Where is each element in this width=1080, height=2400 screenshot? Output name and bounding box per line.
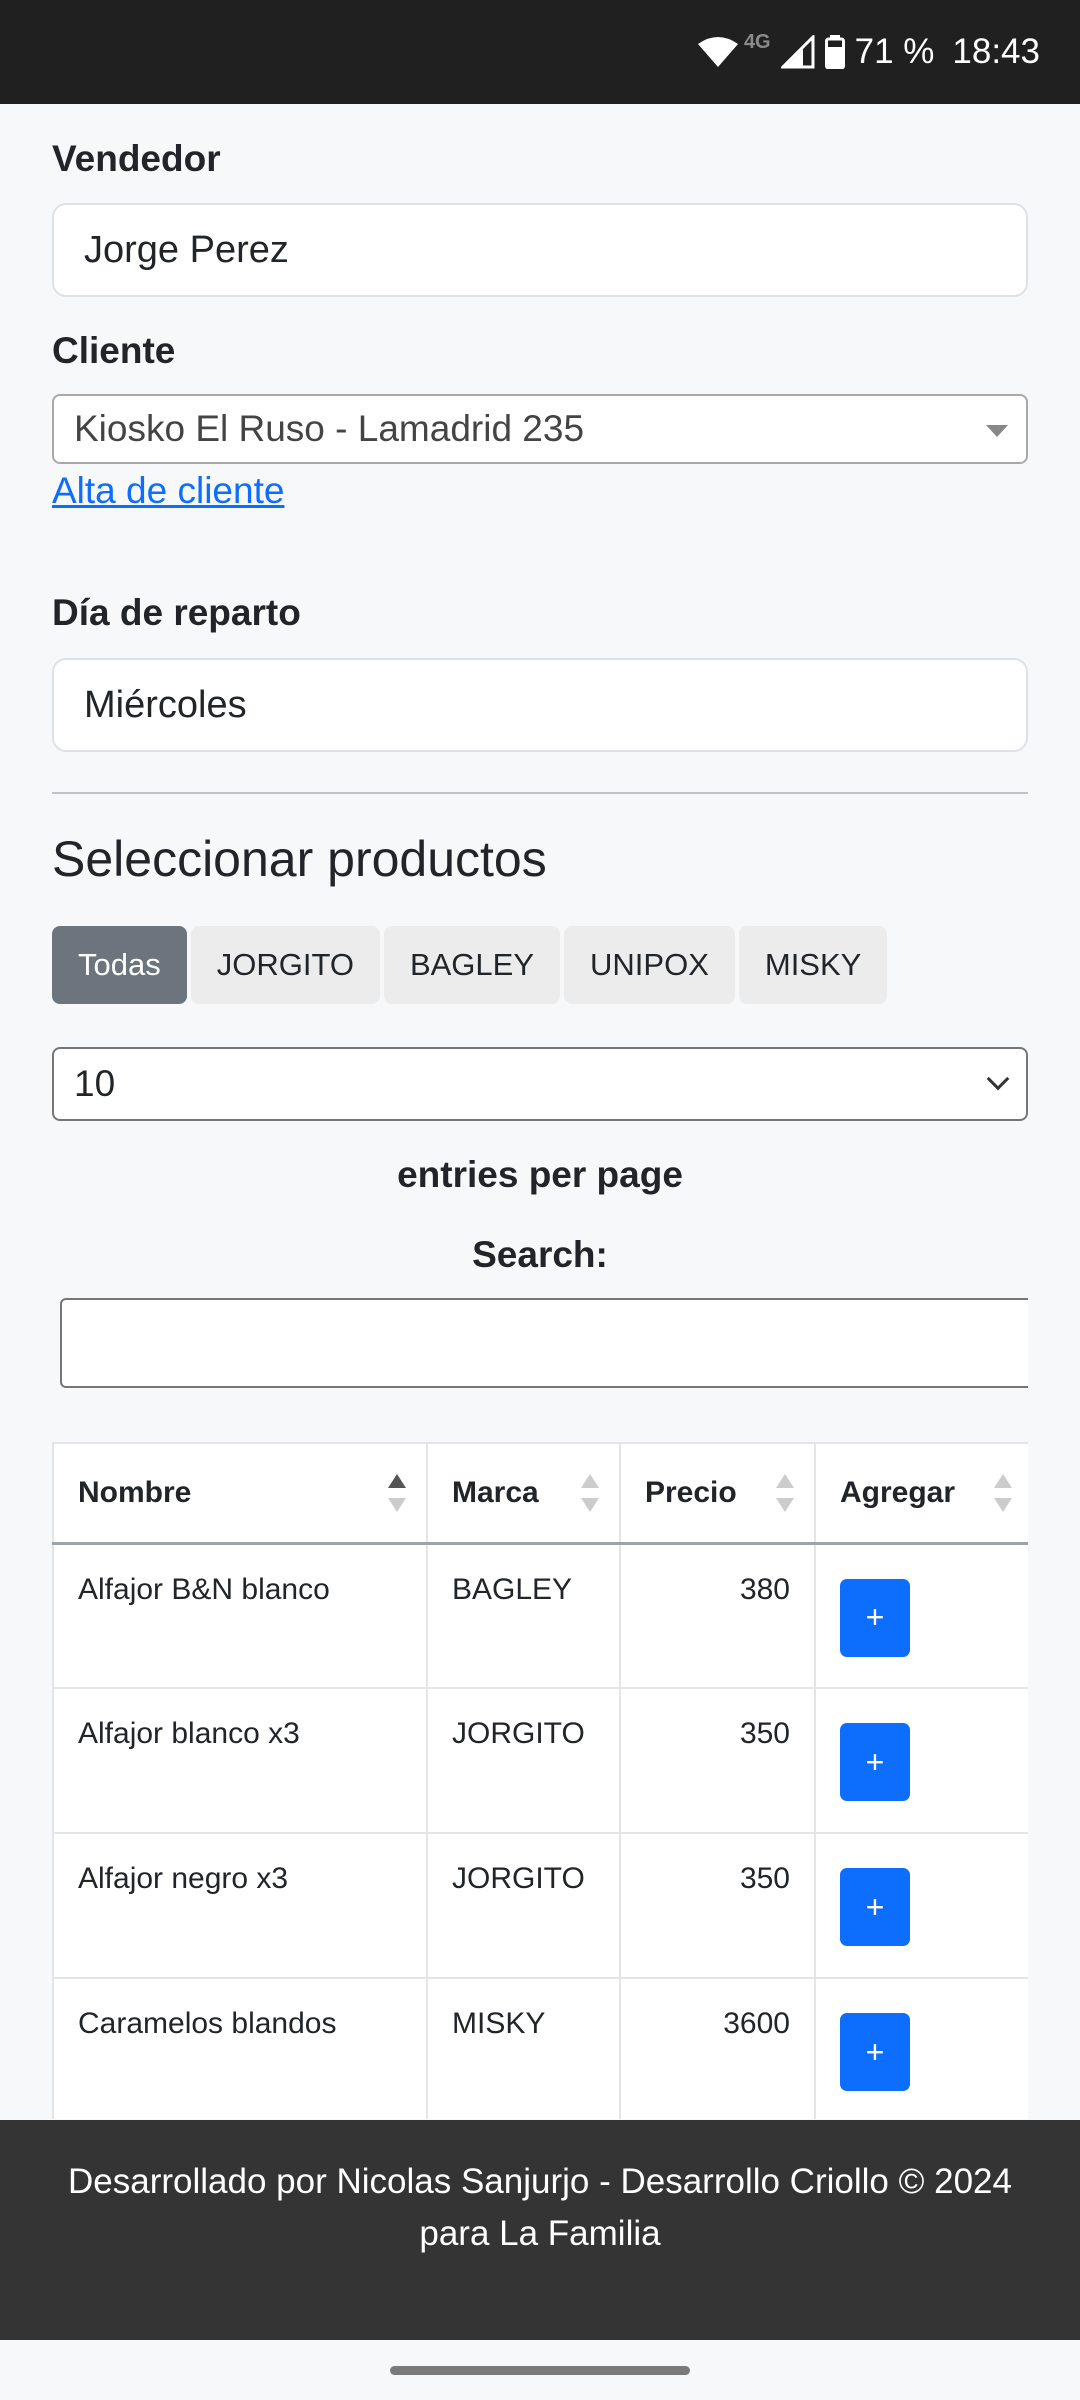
productos-title: Seleccionar productos [52,831,547,887]
cell-precio: 350 [619,1687,816,1834]
cell-agregar: + [814,1687,1028,1834]
filter-todas-button[interactable]: Todas [52,926,187,1004]
cell-nombre: Alfajor blanco x3 [52,1687,428,1834]
column-header-agregar[interactable]: Agregar [814,1442,1028,1545]
column-header-label: Precio [645,1475,737,1509]
cell-agregar: + [814,1542,1028,1689]
sort-icon [994,1474,1012,1514]
dia-reparto-input[interactable]: Miércoles [52,658,1028,752]
filter-unipox-button[interactable]: UNIPOX [564,926,735,1004]
battery-icon [824,35,845,69]
column-header-marca[interactable]: Marca [426,1442,621,1545]
table-header-row: Nombre Marca Precio Agregar [52,1442,1028,1545]
sort-icon [776,1474,794,1514]
filter-bagley-button[interactable]: BAGLEY [383,926,561,1004]
column-header-precio[interactable]: Precio [619,1442,816,1545]
vendedor-input[interactable]: Jorge Perez [52,203,1028,297]
cliente-select[interactable]: Kiosko El Ruso - Lamadrid 235 [52,394,1028,464]
cell-nombre: Alfajor B&N blanco [52,1542,428,1689]
column-header-label: Agregar [840,1475,956,1509]
entries-per-page-select[interactable]: 10 [52,1047,1028,1121]
system-nav-bar [0,2340,1080,2400]
table-row: Alfajor B&N blanco BAGLEY 380 + [52,1542,1028,1689]
dia-reparto-label: Día de reparto [52,592,301,633]
alta-cliente-link[interactable]: Alta de cliente [52,470,284,512]
column-header-nombre[interactable]: Nombre [52,1442,428,1545]
column-header-label: Marca [452,1475,539,1509]
cliente-selected-value: Kiosko El Ruso - Lamadrid 235 [74,408,585,449]
main-content: Vendedor Jorge Perez Cliente Kiosko El R… [52,104,1028,2119]
add-product-button[interactable]: + [840,1578,910,1657]
filter-jorgito-button[interactable]: JORGITO [190,926,380,1004]
status-bar: 4G 71 % 18:43 [0,0,1080,104]
caret-down-icon [986,425,1008,437]
battery-level: 71 % [854,32,935,71]
filter-misky-button[interactable]: MISKY [738,926,888,1004]
cell-nombre: Caramelos blandos [52,1977,428,2119]
status-icons: 4G 71 % 18:43 [697,0,1040,104]
entries-per-page-label: entries per page [397,1154,683,1195]
vendedor-label: Vendedor [52,138,221,179]
cell-precio: 380 [619,1542,816,1689]
network-type: 4G [743,30,771,53]
search-label: Search: [472,1234,608,1275]
wifi-icon [697,37,738,67]
cell-agregar: + [814,1832,1028,1979]
chevron-down-icon [986,1067,1010,1091]
signal-icon [780,35,815,69]
table-row: Alfajor negro x3 JORGITO 350 + [52,1832,1028,1979]
add-product-button[interactable]: + [840,2013,910,2091]
sort-icon [581,1474,599,1514]
footer-credits-line1: Desarrollado por Nicolas Sanjurjo - Desa… [68,2162,1012,2201]
clock: 18:43 [952,32,1040,71]
cell-marca: BAGLEY [426,1542,621,1689]
cell-marca: JORGITO [426,1687,621,1834]
table-row: Alfajor blanco x3 JORGITO 350 + [52,1687,1028,1834]
cliente-label: Cliente [52,330,176,371]
add-product-button[interactable]: + [840,1723,910,1801]
table-row: Caramelos blandos MISKY 3600 + [52,1977,1028,2119]
cell-marca: JORGITO [426,1832,621,1979]
add-product-button[interactable]: + [840,1868,910,1946]
section-divider [52,792,1028,794]
home-gesture-handle[interactable] [390,2366,690,2375]
brand-filter-group: Todas JORGITO BAGLEY UNIPOX MISKY [52,926,888,1004]
cell-precio: 3600 [619,1977,816,2119]
cell-precio: 350 [619,1832,816,1979]
cell-marca: MISKY [426,1977,621,2119]
sort-icon [388,1474,406,1514]
footer-credits-line2: para La Familia [419,2214,661,2253]
column-header-label: Nombre [78,1475,192,1509]
footer: Desarrollado por Nicolas Sanjurjo - Desa… [0,2120,1080,2340]
products-table: Nombre Marca Precio Agregar Alfajor B&N … [52,1442,1028,2119]
cell-nombre: Alfajor negro x3 [52,1832,428,1979]
cell-agregar: + [814,1977,1028,2119]
search-input[interactable] [60,1298,1028,1388]
entries-per-page-value: 10 [74,1063,116,1104]
